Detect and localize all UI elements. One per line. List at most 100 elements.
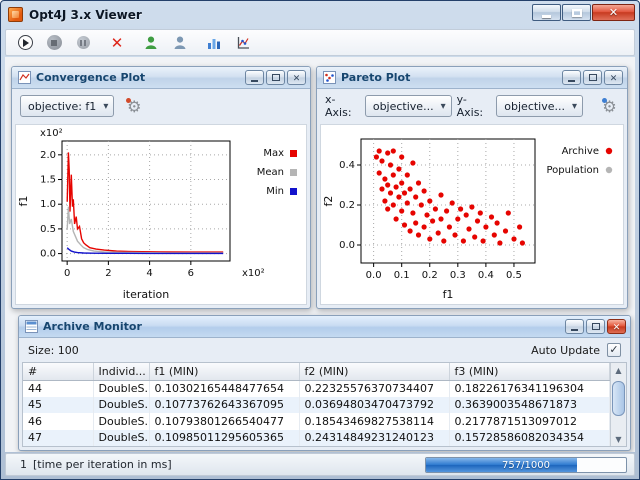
archive-minimize-button[interactable] [565,319,584,334]
svg-text:x10²: x10² [40,128,63,139]
person-blue-icon [172,35,188,51]
column-header[interactable]: f2 (MIN) [299,363,449,380]
table-row[interactable]: 47DoubleS...0.109850112956053650.2431484… [23,430,610,447]
svg-text:0.1: 0.1 [394,270,410,281]
minimize-icon [571,329,578,331]
close-button[interactable] [592,4,635,21]
svg-text:2.0: 2.0 [40,150,56,161]
minimize-button[interactable] [532,4,561,21]
run-button[interactable] [16,34,34,52]
auto-update-checkbox[interactable] [607,343,621,357]
plot-button[interactable] [234,34,252,52]
svg-text:f2: f2 [322,196,335,207]
table-cell: 0.24314849231240123 [299,430,449,447]
app-window: Opt4J 3.x Viewer [0,0,640,480]
y-axis-select-value: objective... [504,100,565,113]
svg-text:1.5: 1.5 [40,175,56,186]
pause-icon [77,36,90,49]
window-title: Opt4J 3.x Viewer [29,8,142,22]
table-row[interactable]: 46DoubleS...0.107938012665404770.1854346… [23,413,610,430]
svg-text:1.0: 1.0 [40,199,56,210]
svg-text:0.2: 0.2 [422,270,438,281]
pareto-titlebar[interactable]: Pareto Plot [317,67,627,89]
pareto-maximize-button[interactable] [583,70,602,85]
table-cell: DoubleS... [93,397,149,414]
table-cell: 45 [23,397,93,414]
convergence-minimize-button[interactable] [245,70,264,85]
svg-text:0.0: 0.0 [40,249,56,260]
archive-maximize-button[interactable] [586,319,605,334]
convergence-settings-button[interactable] [124,96,144,116]
svg-text:0.0: 0.0 [366,270,382,281]
pareto-close-button[interactable] [604,70,623,85]
maximize-button[interactable] [562,4,591,21]
svg-text:2: 2 [105,268,111,279]
add-individual-button[interactable] [142,34,160,52]
table-cell: 47 [23,430,93,447]
window-titlebar[interactable]: Opt4J 3.x Viewer [5,1,635,28]
convergence-controls: objective: f1 [12,89,310,123]
archive-frame-controls [565,319,626,334]
svg-text:Max: Max [263,148,284,159]
minimize-icon [542,15,551,18]
archive-titlebar[interactable]: Archive Monitor [19,316,630,338]
gear-accent [126,98,131,103]
terminate-button[interactable] [108,34,126,52]
maximize-icon [589,74,597,81]
svg-text:0: 0 [64,268,70,279]
objective-select[interactable]: objective: f1 [20,95,114,117]
pareto-minimize-button[interactable] [562,70,581,85]
chart-group [205,34,252,52]
archive-close-button[interactable] [607,319,626,334]
population-button[interactable] [171,34,189,52]
x-axis-label: x-Axis: [325,93,360,119]
table-cell: DoubleS... [93,380,149,397]
convergence-close-button[interactable] [287,70,306,85]
table-cell: 0.3639003548671873 [449,397,610,414]
close-icon [610,71,618,84]
x-axis-select[interactable]: objective... [365,95,452,117]
svg-text:x10²: x10² [242,268,265,279]
objective-select-value: objective: f1 [28,100,96,113]
stop-button[interactable] [45,34,63,52]
table-cell: 46 [23,413,93,430]
column-header[interactable]: # [23,363,93,380]
statusbar: 1 [time per iteration in ms] 757/1000 [5,453,635,476]
pause-button[interactable] [74,34,92,52]
svg-text:0.4: 0.4 [478,270,494,281]
table-scrollbar[interactable] [610,363,626,446]
table-header-row: # Individ... f1 (MIN) f2 (MIN) f3 (MIN) [23,363,610,380]
run-icon [18,35,33,50]
table-row[interactable]: 44DoubleS...0.103021654484776540.2232557… [23,380,610,397]
table-cell: 0.10773762643367095 [149,397,299,414]
y-axis-select[interactable]: objective... [496,95,583,117]
svg-text:0.3: 0.3 [450,270,466,281]
archive-table: # Individ... f1 (MIN) f2 (MIN) f3 (MIN) … [22,362,627,447]
archive-frame-title: Archive Monitor [43,320,142,333]
convergence-titlebar[interactable]: Convergence Plot [12,67,310,89]
column-header[interactable]: f3 (MIN) [449,363,610,380]
column-header[interactable]: Individ... [93,363,149,380]
app-icon [8,7,23,22]
table-cell: 0.18543469827538114 [299,413,449,430]
convergence-frame-icon [18,71,31,84]
convergence-frame-controls [245,70,306,85]
archive-info-row: Size: 100 Auto Update [19,338,630,362]
column-header[interactable]: f1 (MIN) [149,363,299,380]
y-axis-label: y-Axis: [457,93,492,119]
scroll-up-icon[interactable] [611,363,626,377]
pareto-settings-button[interactable] [600,96,619,116]
bar-chart-button[interactable] [205,34,223,52]
plot-icon [235,35,251,51]
individual-group [142,34,189,52]
svg-text:0.0: 0.0 [339,240,355,251]
table-cell: 0.18226176341196304 [449,380,610,397]
auto-update-label: Auto Update [531,344,600,357]
scroll-down-icon[interactable] [611,432,626,446]
svg-text:0.4: 0.4 [339,160,355,171]
scrollbar-thumb[interactable] [612,381,625,416]
control-group [16,34,92,52]
convergence-chart: 02460.00.51.01.52.0MaxMeanMinf1iteration… [16,125,308,303]
table-row[interactable]: 45DoubleS...0.107737626433670950.0369480… [23,397,610,414]
convergence-maximize-button[interactable] [266,70,285,85]
